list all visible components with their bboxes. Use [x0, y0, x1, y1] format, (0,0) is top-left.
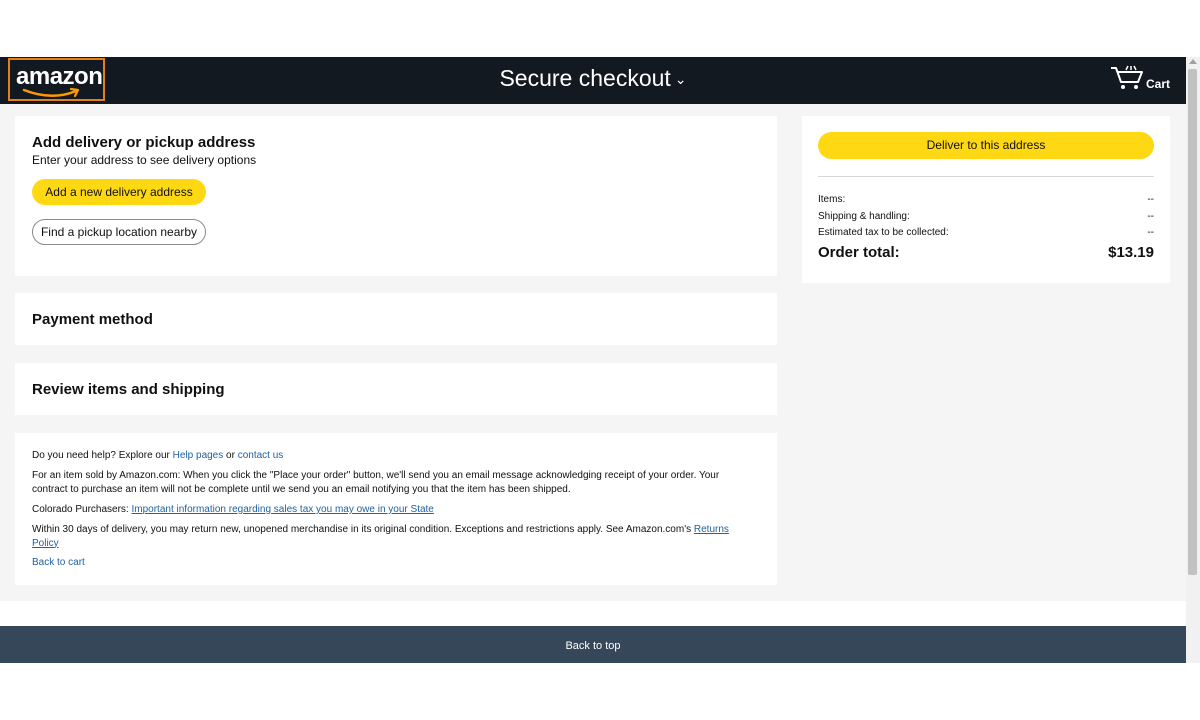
chevron-down-icon: ⌄ — [674, 71, 687, 88]
page-title-text: Secure checkout — [499, 65, 671, 91]
cart-button[interactable]: Cart — [1110, 65, 1170, 95]
tax-row: Estimated tax to be collected: -- — [818, 227, 1154, 238]
header-bar: amazon Secure checkout ⌄ Cart — [0, 57, 1186, 104]
back-to-top-label: Back to top — [565, 640, 621, 652]
find-pickup-location-button[interactable]: Find a pickup location nearby — [32, 219, 206, 245]
help-line: Do you need help? Explore our Help pages… — [32, 449, 752, 463]
contact-us-link[interactable]: contact us — [238, 450, 284, 461]
address-section-title: Add delivery or pickup address — [32, 134, 256, 151]
colorado-line: Colorado Purchasers: Important informati… — [32, 503, 752, 517]
order-total-value: $13.19 — [1108, 244, 1154, 261]
scrollbar[interactable] — [1186, 57, 1200, 663]
deliver-to-address-button[interactable]: Deliver to this address — [818, 132, 1154, 159]
order-total-row: Order total: $13.19 — [818, 244, 1154, 261]
help-section: Do you need help? Explore our Help pages… — [15, 433, 777, 585]
returns-text: Within 30 days of delivery, you may retu… — [32, 524, 694, 535]
items-label: Items: — [818, 194, 846, 205]
scroll-thumb[interactable] — [1188, 69, 1197, 575]
help-text: Do you need help? Explore our — [32, 450, 173, 461]
help-or-text: or — [223, 450, 238, 461]
sales-tax-info-link[interactable]: Important information regarding sales ta… — [132, 504, 434, 515]
review-section-title: Review items and shipping — [32, 381, 225, 398]
add-delivery-address-button[interactable]: Add a new delivery address — [32, 179, 206, 205]
back-to-cart-line: Back to cart — [32, 556, 752, 570]
back-to-cart-link[interactable]: Back to cart — [32, 557, 85, 568]
help-pages-link[interactable]: Help pages — [173, 450, 224, 461]
items-value: -- — [1147, 194, 1154, 205]
payment-section[interactable]: Payment method — [15, 293, 777, 345]
payment-section-title: Payment method — [32, 311, 153, 328]
cart-icon — [1111, 65, 1143, 89]
scroll-up-arrow-icon[interactable] — [1189, 59, 1197, 64]
shipping-row: Shipping & handling: -- — [818, 211, 1154, 222]
order-total-label: Order total: — [818, 244, 900, 261]
order-summary: Deliver to this address Items: -- Shippi… — [802, 116, 1170, 283]
cart-label: Cart — [1145, 77, 1170, 91]
footer-spacer — [0, 601, 1186, 626]
order-contract-text: For an item sold by Amazon.com: When you… — [32, 470, 720, 495]
returns-line: Within 30 days of delivery, you may retu… — [32, 523, 752, 550]
address-section: Add delivery or pickup address Enter you… — [15, 116, 777, 276]
tax-value: -- — [1147, 227, 1154, 238]
back-to-top-bar[interactable]: Back to top — [0, 626, 1186, 663]
shipping-value: -- — [1147, 211, 1154, 222]
summary-divider — [818, 176, 1154, 177]
page-title[interactable]: Secure checkout ⌄ — [0, 65, 1186, 92]
review-section[interactable]: Review items and shipping — [15, 363, 777, 415]
colorado-text: Colorado Purchasers: — [32, 504, 132, 515]
address-section-subtitle: Enter your address to see delivery optio… — [32, 153, 257, 167]
shipping-label: Shipping & handling: — [818, 211, 910, 222]
tax-label: Estimated tax to be collected: — [818, 227, 949, 238]
items-row: Items: -- — [818, 194, 1154, 205]
